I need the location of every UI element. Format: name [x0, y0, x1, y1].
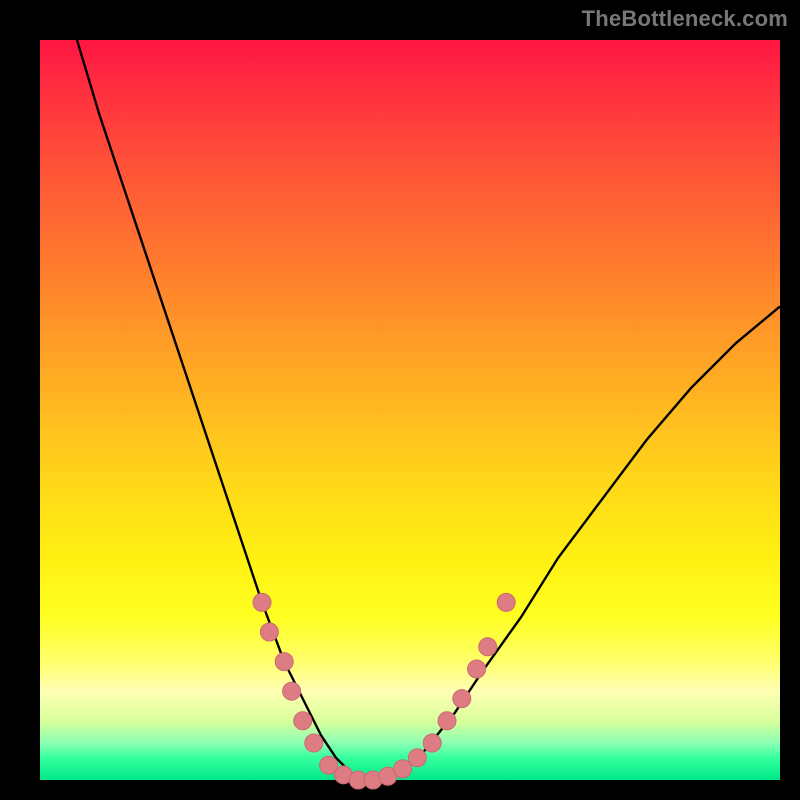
curve-marker [260, 623, 278, 641]
curve-marker [479, 638, 497, 656]
plot-area [40, 40, 780, 780]
curve-marker [283, 682, 301, 700]
chart-stage: TheBottleneck.com [0, 0, 800, 800]
bottleneck-curve-svg [40, 40, 780, 780]
curve-marker [423, 734, 441, 752]
curve-marker [253, 593, 271, 611]
curve-marker [408, 749, 426, 767]
curve-marker [438, 712, 456, 730]
attribution-text: TheBottleneck.com [582, 6, 788, 32]
curve-marker [305, 734, 323, 752]
curve-marker [497, 593, 515, 611]
curve-marker [453, 690, 471, 708]
curve-markers [253, 593, 515, 789]
bottleneck-curve [77, 40, 780, 780]
curve-marker [294, 712, 312, 730]
curve-marker [394, 760, 412, 778]
curve-marker [468, 660, 486, 678]
curve-marker [275, 653, 293, 671]
